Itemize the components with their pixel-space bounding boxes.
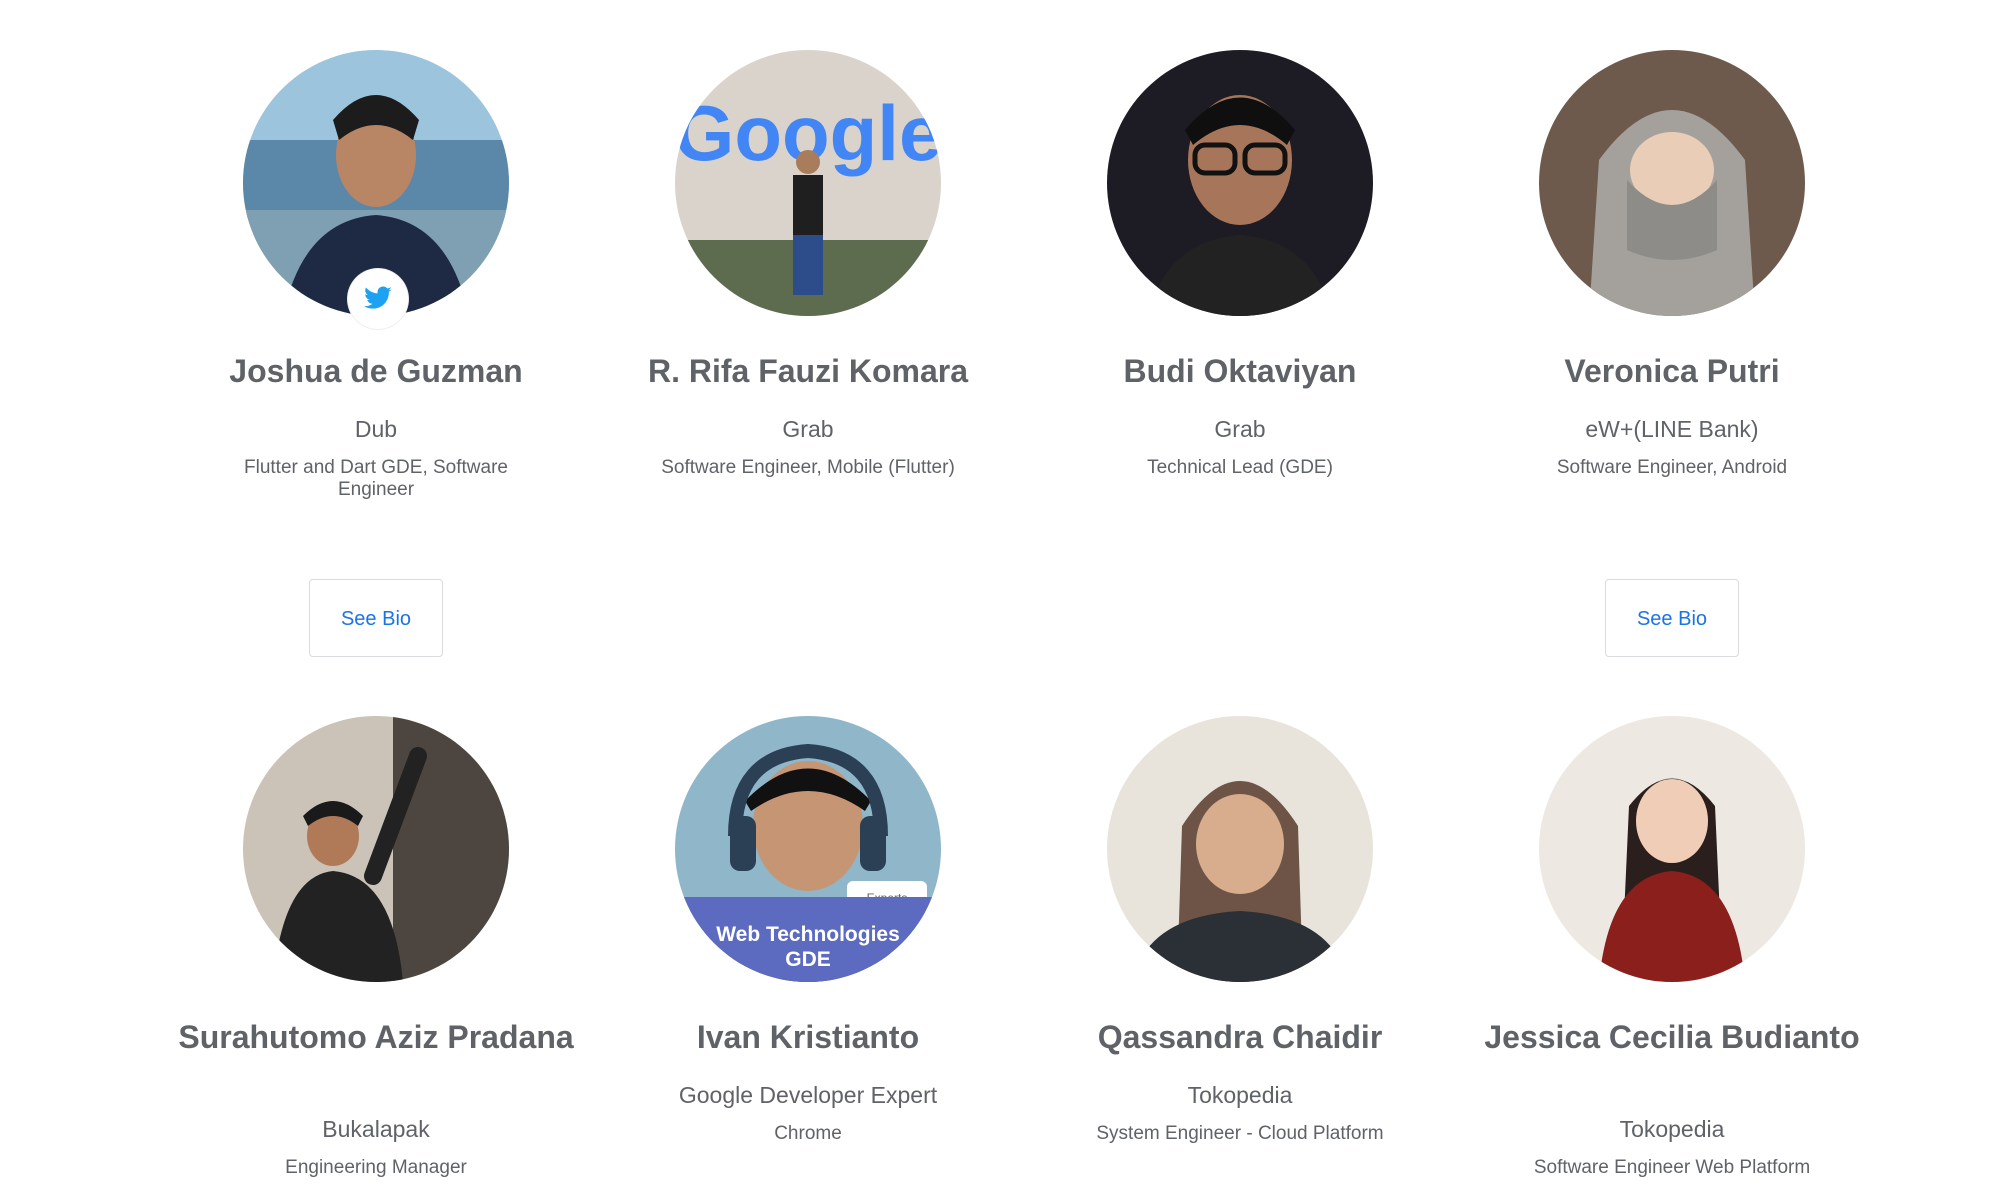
speaker-role: Engineering Manager xyxy=(285,1157,467,1178)
speaker-company: Dub xyxy=(354,416,398,442)
speaker-company: Grab xyxy=(1214,416,1266,442)
speaker-photo[interactable]: Experts Web Technologies GDE xyxy=(675,716,941,982)
speaker-name: Joshua de Guzman xyxy=(229,353,523,389)
speaker-name: R. Rifa Fauzi Komara xyxy=(647,353,969,389)
speaker-role: Software Engineer, Mobile (Flutter) xyxy=(661,457,955,478)
speaker-company: Tokopedia xyxy=(1187,1082,1293,1108)
speaker-name: Surahutomo Aziz Pradana xyxy=(178,1019,574,1055)
speaker-role: System Engineer - Cloud Platform xyxy=(1096,1123,1384,1144)
speaker-name: Ivan Kristianto xyxy=(696,1019,920,1055)
speaker-role: Software Engineer Web Platform xyxy=(1533,1157,1811,1178)
speaker-role: Technical Lead (GDE) xyxy=(1147,457,1333,478)
speaker-photo[interactable] xyxy=(1107,50,1373,316)
speaker-name: Qassandra Chaidir xyxy=(1097,1019,1383,1055)
speaker-role: Software Engineer, Android xyxy=(1556,457,1788,478)
speaker-photo[interactable] xyxy=(1539,716,1805,982)
speaker-grid: Joshua de Guzman Dub Flutter and Dart GD… xyxy=(0,0,2003,1186)
speaker-role: Flutter and Dart GDE, Software Engineer xyxy=(244,457,508,500)
speaker-photo[interactable] xyxy=(1539,50,1805,316)
speaker-role: Chrome xyxy=(774,1123,842,1144)
speaker-name: Jessica Cecilia Budianto xyxy=(1484,1019,1860,1055)
twitter-icon[interactable] xyxy=(348,269,408,329)
see-bio-button[interactable]: See Bio xyxy=(1605,579,1739,657)
speaker-photo[interactable]: Google xyxy=(675,50,941,316)
see-bio-button[interactable]: See Bio xyxy=(309,579,443,657)
gde-badge-text: Web Technologies GDE xyxy=(716,923,900,971)
speaker-photo[interactable] xyxy=(1107,716,1373,982)
speaker-company: eW+(LINE Bank) xyxy=(1585,416,1759,442)
speaker-company: Bukalapak xyxy=(322,1116,430,1142)
speaker-name: Veronica Putri xyxy=(1564,353,1780,389)
speaker-photo[interactable] xyxy=(243,716,509,982)
speaker-company: Tokopedia xyxy=(1619,1116,1725,1142)
speaker-company: Google Developer Expert xyxy=(678,1082,938,1108)
speaker-company: Grab xyxy=(782,416,834,442)
speaker-name: Budi Oktaviyan xyxy=(1123,353,1357,389)
